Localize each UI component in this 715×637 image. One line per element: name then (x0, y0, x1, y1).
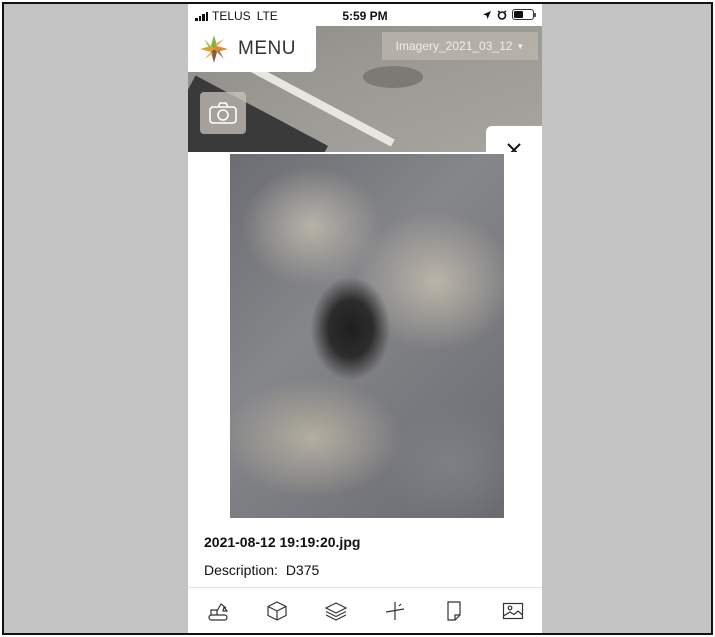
camera-icon (209, 102, 237, 124)
location-icon (483, 10, 491, 19)
alarm-icon (497, 9, 507, 20)
status-bar: TELUS LTE 5:59 PM (188, 4, 542, 26)
close-icon (507, 143, 521, 152)
imagery-selected-value: Imagery_2021_03_12 (395, 39, 513, 53)
measure-icon[interactable] (383, 599, 407, 623)
menu-label: MENU (238, 38, 296, 59)
photo-description: Description: D375 (204, 562, 319, 578)
map-view[interactable]: MENU Imagery_2021_03_12 ▼ (188, 26, 542, 152)
battery-icon (512, 9, 536, 20)
site-photo[interactable] (230, 154, 504, 518)
phone-screen: TELUS LTE 5:59 PM MENU Imagery_2021_03_1… (188, 4, 542, 633)
description-label: Description: (204, 562, 278, 578)
image-icon[interactable] (501, 599, 525, 623)
excavator-icon[interactable] (206, 599, 230, 623)
cube-icon[interactable] (265, 599, 289, 623)
note-icon[interactable] (442, 599, 466, 623)
caret-down-icon: ▼ (516, 41, 525, 51)
layers-icon[interactable] (324, 599, 348, 623)
photo-filename: 2021-08-12 19:19:20.jpg (204, 534, 361, 550)
description-value: D375 (285, 562, 320, 578)
close-button[interactable] (486, 126, 542, 152)
bottom-toolbar (188, 587, 542, 633)
logo-icon (200, 35, 228, 63)
camera-button[interactable] (200, 92, 246, 134)
menu-button[interactable]: MENU (188, 26, 316, 72)
imagery-dropdown[interactable]: Imagery_2021_03_12 ▼ (382, 32, 538, 60)
status-right (482, 9, 536, 20)
screenshot-frame: TELUS LTE 5:59 PM MENU Imagery_2021_03_1… (2, 2, 713, 635)
